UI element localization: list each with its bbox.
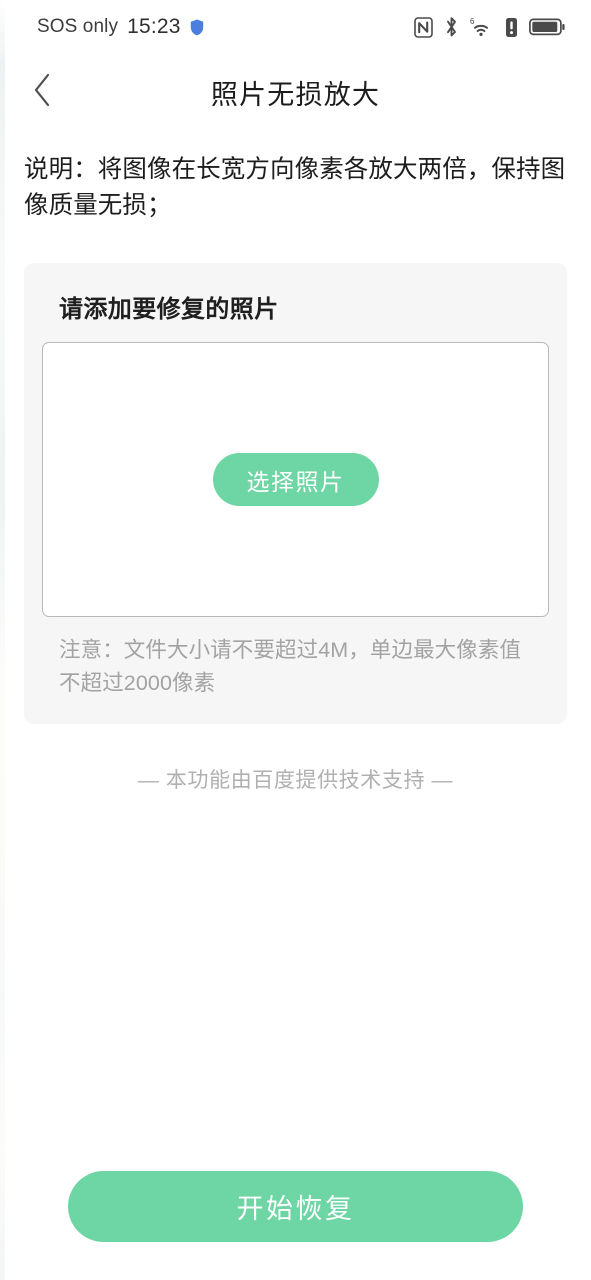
powered-by-credit: — 本功能由百度提供技术支持 — xyxy=(137,769,454,792)
upload-constraints-note: 注意：文件大小请不要超过4M，单边最大像素值不超过2000像素 xyxy=(59,638,522,695)
status-bar-left: SOS only 15:23 xyxy=(37,15,204,39)
start-restore-button[interactable]: 开始恢复 xyxy=(68,1171,523,1242)
shield-icon xyxy=(190,19,204,36)
nfc-icon xyxy=(414,16,433,38)
layout-spacer xyxy=(0,794,591,1171)
battery-icon xyxy=(529,17,565,37)
clock-label: 15:23 xyxy=(127,15,181,38)
status-bar-right: 6 xyxy=(414,16,565,38)
photo-drop-zone[interactable]: 选择照片 xyxy=(42,342,549,617)
feature-description: 说明：将图像在长宽方向像素各放大两倍，保持图像质量无损； xyxy=(24,156,566,219)
svg-text:6: 6 xyxy=(470,17,475,26)
upload-card: 请添加要修复的照片 选择照片 注意：文件大小请不要超过4M，单边最大像素值不超过… xyxy=(24,263,567,724)
page-title: 照片无损放大 xyxy=(210,79,381,110)
upload-card-title: 请添加要修复的照片 xyxy=(59,296,279,323)
back-button[interactable] xyxy=(18,68,66,116)
bluetooth-icon xyxy=(444,16,459,38)
chevron-left-icon xyxy=(31,72,53,113)
carrier-label: SOS only xyxy=(37,16,119,37)
bottom-action-bar: 开始恢复 xyxy=(0,1171,591,1280)
alert-icon xyxy=(505,17,518,38)
wifi-icon: 6 xyxy=(470,16,494,38)
app-screen: SOS only 15:23 6 照片无损放大 说明：将图像在长宽方向像素各放大… xyxy=(0,0,591,1280)
select-photo-button[interactable]: 选择照片 xyxy=(212,453,379,506)
status-bar: SOS only 15:23 6 xyxy=(0,0,591,54)
nav-bar: 照片无损放大 xyxy=(0,54,591,130)
